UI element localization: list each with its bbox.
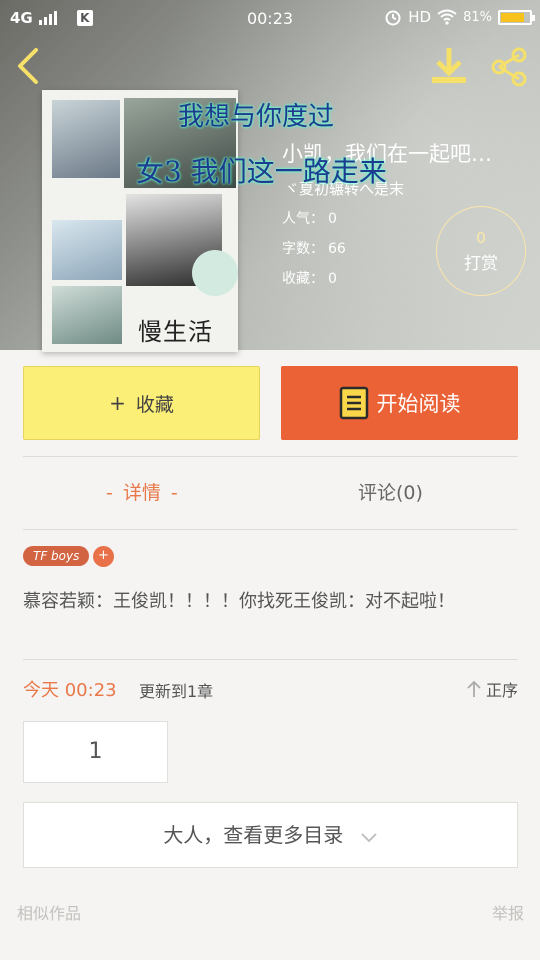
tab-details-dash: - <box>170 482 178 504</box>
status-right: HD 81% <box>384 8 535 26</box>
divider <box>23 456 518 457</box>
cover-photo <box>52 286 122 344</box>
chevron-down-icon <box>361 832 377 842</box>
view-more-chapters-button[interactable]: 大人，查看更多目录 <box>23 802 518 868</box>
add-tag-button[interactable]: + <box>93 546 114 567</box>
book-summary: 慕容若颖：王俊凯！！！！你找死王俊凯：对不起啦！ <box>23 591 455 612</box>
stat-popularity-value: 0 <box>328 211 337 227</box>
share-icon <box>491 47 527 87</box>
similar-works-link[interactable]: 相似作品 <box>17 900 81 924</box>
stat-popularity-label: 人气： <box>282 211 324 227</box>
share-button[interactable] <box>488 46 530 88</box>
tab-details-dash: - <box>106 482 113 504</box>
tip-count: 0 <box>476 229 486 247</box>
divider <box>23 659 518 660</box>
cover-overlay-text: 女3 我们这一路走来 <box>136 155 387 188</box>
cover-photo <box>52 100 120 178</box>
cover-decoration <box>192 250 238 296</box>
back-button[interactable] <box>12 46 48 86</box>
add-to-favorites-label: 收藏 <box>135 393 174 416</box>
battery-percent: 81% <box>463 9 492 25</box>
stat-favorites-label: 收藏： <box>282 271 324 287</box>
stat-word-count-label: 字数： <box>282 241 324 257</box>
update-info: 今天 00:23 更新到1章 正序 <box>23 676 518 702</box>
cover-overlay-text: 我想与你度过 <box>178 102 335 132</box>
tab-comments[interactable]: 评论(0) <box>358 478 423 505</box>
plus-icon: + <box>109 391 126 415</box>
cover-title: 慢生活 <box>138 318 213 346</box>
stat-favorites-value: 0 <box>328 271 337 287</box>
download-button[interactable] <box>430 46 468 86</box>
divider <box>23 529 518 530</box>
download-icon <box>432 48 466 83</box>
sort-order-label: 正序 <box>485 681 518 700</box>
start-reading-button[interactable]: 开始阅读 <box>281 366 518 440</box>
battery-icon <box>498 9 535 25</box>
arrow-up-icon <box>467 680 481 697</box>
sort-order-button[interactable]: 正序 <box>466 677 518 701</box>
wifi-icon <box>437 9 457 25</box>
status-bar: 4G K 00:23 HD 81% <box>0 0 540 36</box>
genre-tag[interactable]: TF boys <box>23 546 90 566</box>
chapter-item[interactable]: 1 <box>23 721 168 783</box>
stat-popularity: 人气： 0 <box>282 208 337 228</box>
battery-level <box>501 12 524 22</box>
stat-word-count: 字数： 66 <box>282 238 346 258</box>
tab-details-label: 详情 <box>122 482 161 504</box>
tab-comments-label: 评论(0) <box>358 482 423 504</box>
view-more-chapters-label: 大人，查看更多目录 <box>163 823 344 847</box>
book-icon <box>339 386 368 420</box>
tip-button[interactable]: 0 打赏 <box>436 206 526 296</box>
stat-word-count-value: 66 <box>328 241 346 257</box>
alarm-icon <box>385 10 401 26</box>
stat-favorites: 收藏： 0 <box>282 268 337 288</box>
tab-details[interactable]: - 详情 - <box>96 478 188 505</box>
tip-label: 打赏 <box>464 254 498 274</box>
start-reading-label: 开始阅读 <box>376 392 461 416</box>
cover-photo <box>52 220 122 280</box>
update-date: 今天 00:23 <box>23 680 117 701</box>
chevron-left-icon <box>18 48 38 84</box>
update-text: 更新到1章 <box>139 682 214 701</box>
hd-indicator: HD <box>408 8 432 26</box>
report-link[interactable]: 举报 <box>492 900 524 924</box>
add-to-favorites-button[interactable]: + 收藏 <box>23 366 260 440</box>
